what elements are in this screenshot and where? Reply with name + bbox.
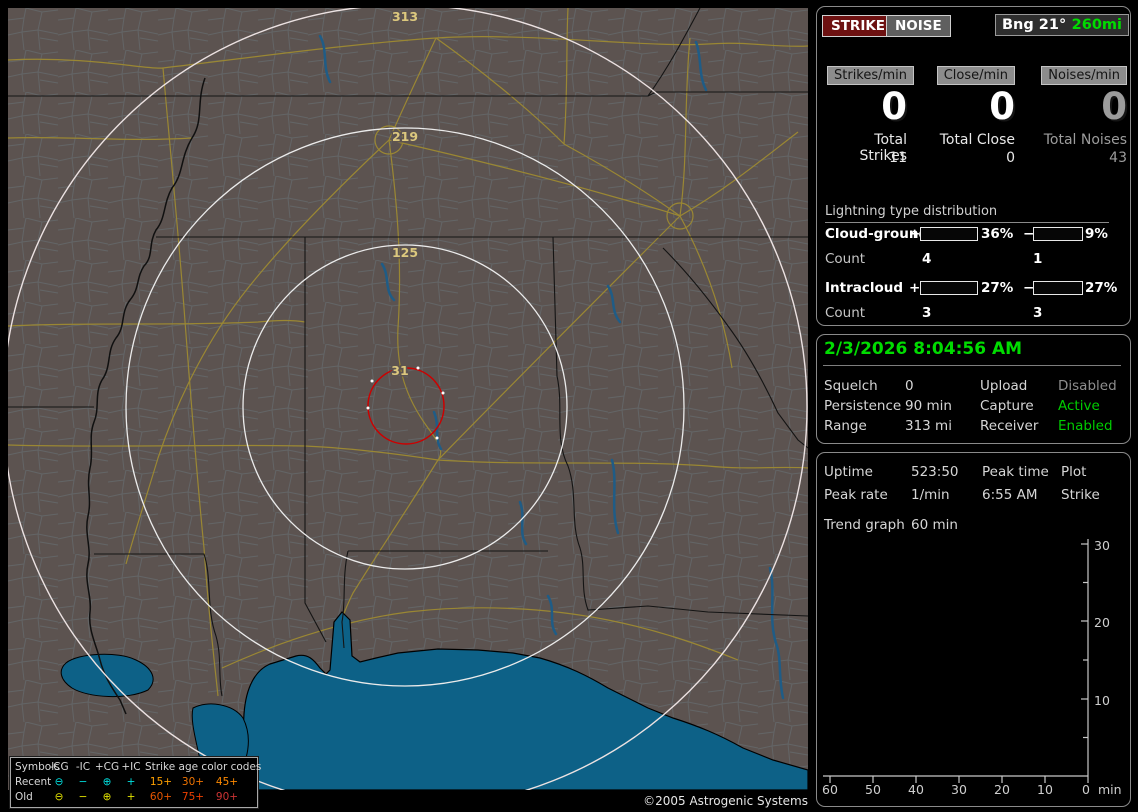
trend-graph: 30 20 10 60 50 40 30 20 10 0 min [822, 538, 1122, 797]
lightning-map[interactable]: 313 219 125 31 [2, 4, 809, 810]
upload-label: Upload [980, 378, 1028, 394]
range-value: 313 mi [905, 418, 952, 434]
divider [823, 365, 1121, 366]
ic-positive-count: 3 [922, 305, 932, 321]
recent-pos-ic-icon: + [126, 776, 136, 788]
age-90: 90+ [215, 791, 239, 803]
legend-old-label: Old [15, 791, 33, 803]
x-axis-unit: min [1098, 782, 1122, 797]
age-45: 45+ [215, 776, 239, 788]
total-close-value: 0 [1006, 150, 1015, 166]
age-15: 15+ [149, 776, 173, 788]
xtick-30: 30 [951, 782, 967, 797]
xtick-40: 40 [908, 782, 924, 797]
ytick-30: 30 [1094, 538, 1110, 553]
counters-panel: STRIKE NOISE Bng 21° 260mi Strikes/min C… [816, 6, 1131, 326]
symbols-legend: Symbols -CG -IC +CG +IC Strike age color… [10, 757, 262, 808]
plus-sign: + [909, 280, 921, 296]
status-panel: 2/3/2026 8:04:56 AM Squelch 0 Upload Dis… [816, 334, 1131, 444]
persistence-value: 90 min [905, 398, 952, 414]
strikes-per-min-value: 0 [881, 85, 907, 128]
total-strikes-value: 11 [889, 150, 907, 166]
ic-negative-pct: 27% [1085, 280, 1118, 296]
receiver-status: Enabled [1058, 418, 1113, 434]
ic-positive-pct: 27% [981, 280, 1014, 296]
intracloud-label: Intracloud [825, 280, 904, 296]
receiver-label: Receiver [980, 418, 1039, 434]
xtick-10: 10 [1037, 782, 1053, 797]
cg-positive-bar [920, 227, 978, 241]
xtick-60: 60 [822, 782, 838, 797]
cg-count-label: Count [825, 251, 866, 267]
age-60: 60+ [149, 791, 173, 803]
capture-label: Capture [980, 398, 1034, 414]
ytick-20: 20 [1094, 615, 1110, 630]
cg-negative-count: 1 [1033, 251, 1043, 267]
ic-negative-count: 3 [1033, 305, 1043, 321]
bearing-value: Bng 21° [1002, 17, 1067, 33]
ic-positive-bar [920, 281, 978, 295]
cg-positive-count: 4 [922, 251, 932, 267]
ring-label-313: 313 [392, 9, 418, 24]
ring-label-125: 125 [392, 245, 418, 260]
upload-status: Disabled [1058, 378, 1117, 394]
xtick-50: 50 [865, 782, 881, 797]
old-pos-ic-icon: + [126, 791, 136, 803]
squelch-label: Squelch [824, 378, 878, 394]
noises-per-min-value: 0 [1101, 85, 1127, 128]
close-per-min-chip: Close/min [936, 66, 1015, 85]
distribution-title: Lightning type distribution [825, 204, 1109, 223]
cg-negative-pct: 9% [1085, 226, 1108, 242]
persistence-label: Persistence [824, 398, 902, 414]
strikes-per-min-chip: Strikes/min [827, 66, 915, 85]
xtick-20: 20 [994, 782, 1010, 797]
ring-label-31: 31 [391, 363, 408, 378]
noise-mode-button[interactable]: NOISE [886, 15, 951, 37]
capture-status: Active [1058, 398, 1100, 414]
squelch-value: 0 [905, 378, 914, 394]
map-canvas: 313 219 125 31 [2, 4, 809, 810]
datetime-display: 2/3/2026 8:04:56 AM [824, 339, 1023, 359]
legend-age-header: Strike age color codes [145, 761, 262, 773]
legend-col-pos-ic: +IC [121, 761, 141, 773]
total-noises-value: 43 [1109, 150, 1127, 166]
ytick-10: 10 [1094, 693, 1110, 708]
plus-sign: + [909, 226, 921, 242]
cg-negative-bar [1033, 227, 1083, 241]
ic-negative-bar [1033, 281, 1083, 295]
ring-label-219: 219 [392, 129, 418, 144]
ic-count-label: Count [825, 305, 866, 321]
range-label: Range [824, 418, 867, 434]
cg-positive-pct: 36% [981, 226, 1014, 242]
trend-panel: Uptime 523:50 Peak time Plot Peak rate 1… [816, 452, 1131, 807]
noises-per-min-chip: Noises/min [1041, 66, 1127, 85]
xtick-0: 0 [1082, 782, 1090, 797]
bearing-range-display: Bng 21° 260mi [995, 14, 1129, 36]
bearing-range-value: 260mi [1071, 17, 1122, 33]
age-30: 30+ [181, 776, 205, 788]
strike-mode-button[interactable]: STRIKE [822, 15, 895, 37]
age-75: 75+ [181, 791, 205, 803]
close-per-min-value: 0 [989, 85, 1015, 128]
